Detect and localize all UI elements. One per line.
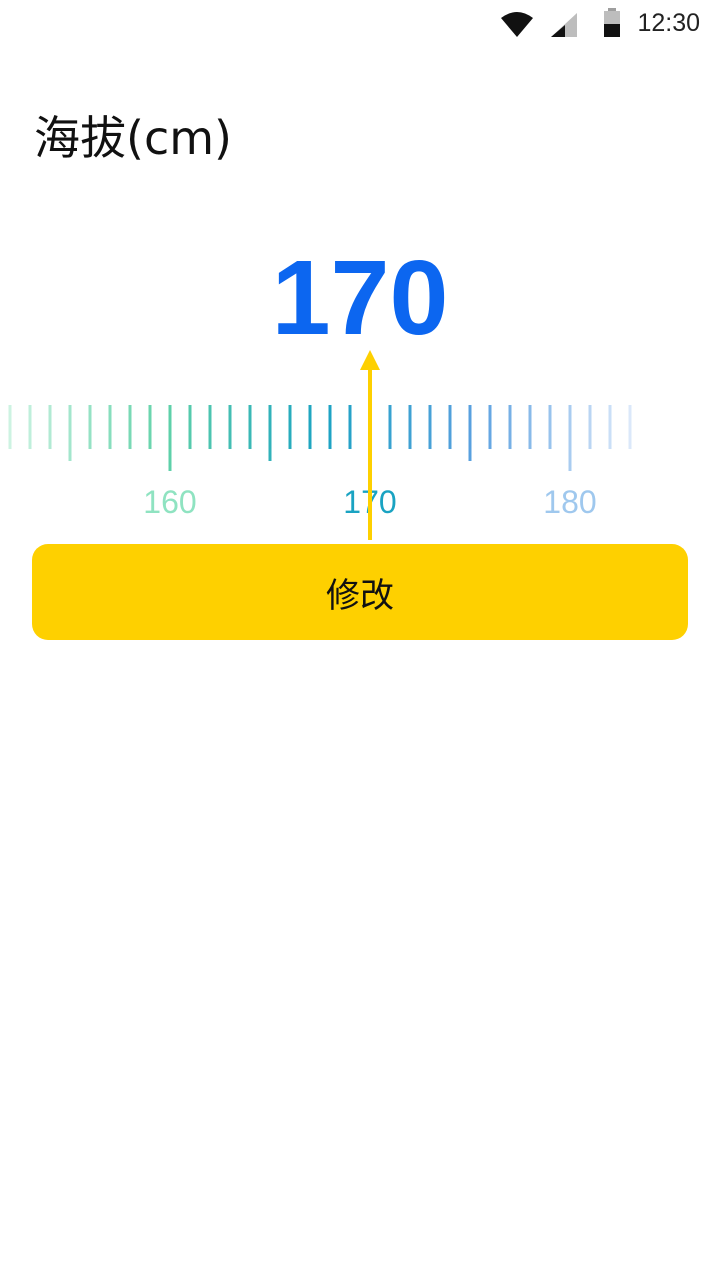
pointer-arrow-icon <box>360 350 380 370</box>
ruler-picker[interactable]: 160 170 180 <box>0 340 720 540</box>
cellular-signal-icon <box>551 13 577 37</box>
modify-button[interactable]: 修改 <box>32 544 688 640</box>
status-bar: 12:30 <box>0 0 720 48</box>
status-time: 12:30 <box>637 9 700 37</box>
ruler-label-160: 160 <box>143 484 196 520</box>
page-title: 海拔(cm) <box>34 111 232 165</box>
wifi-icon <box>501 12 533 37</box>
battery-icon <box>604 8 620 37</box>
ruler-label-180: 180 <box>543 484 596 520</box>
ruler-ticks <box>8 405 632 471</box>
